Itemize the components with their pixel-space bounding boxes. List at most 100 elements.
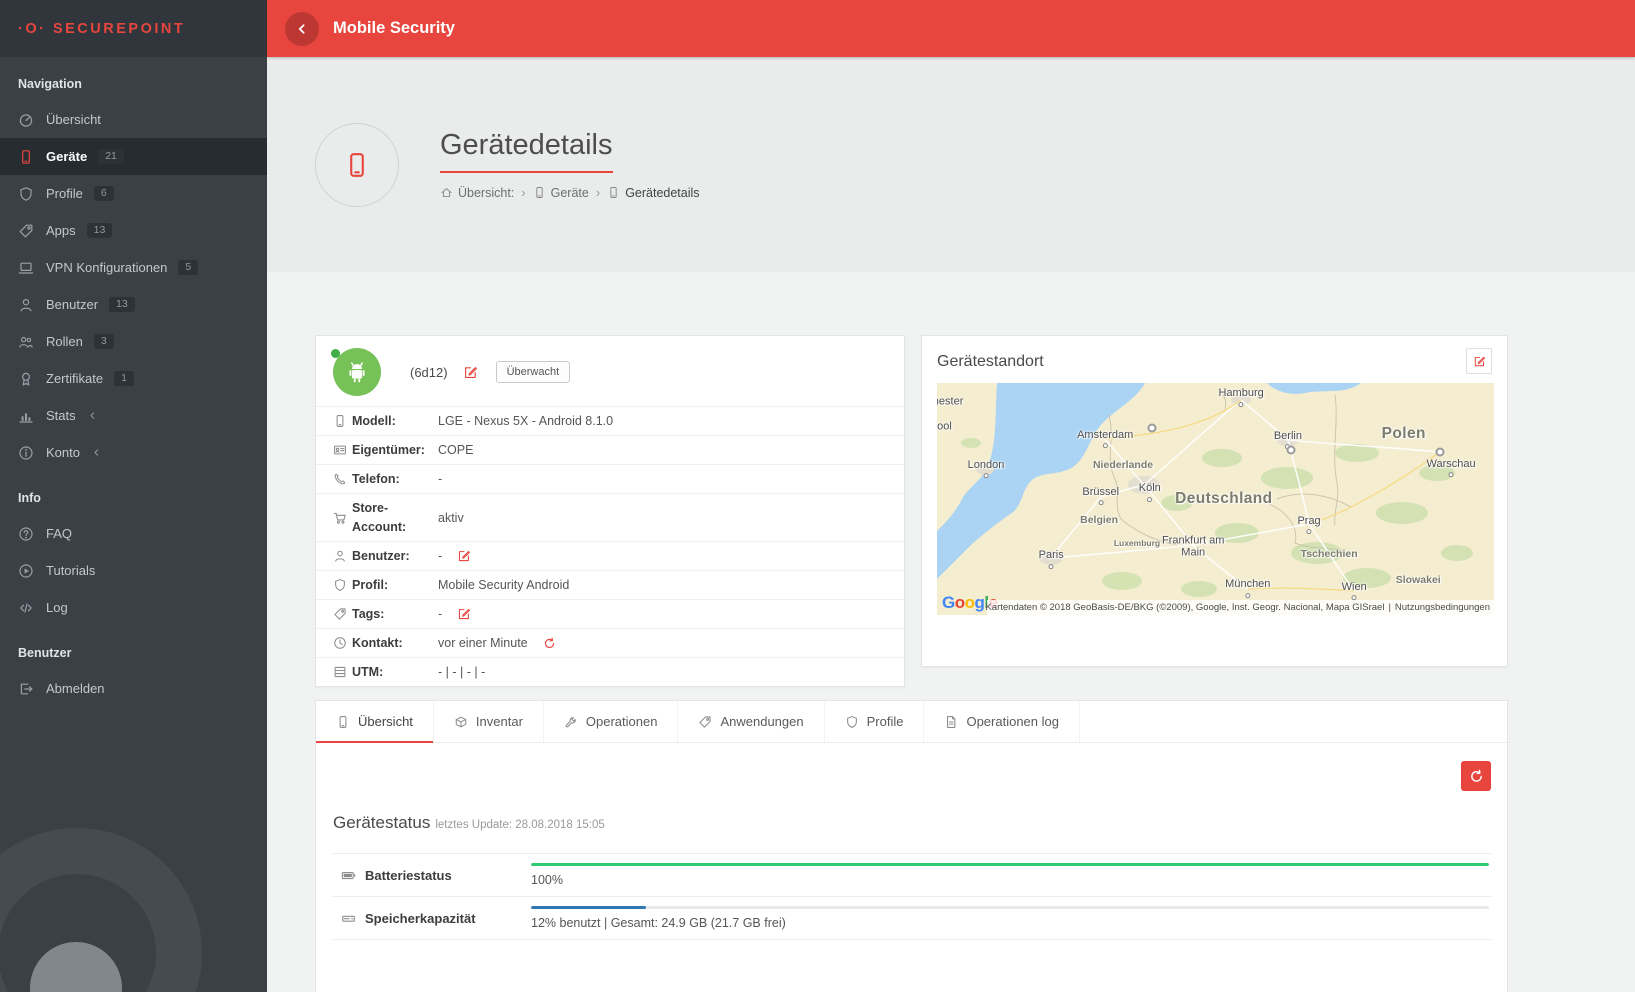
sidebar-item-ubersicht[interactable]: Übersicht — [0, 101, 267, 138]
cart-icon — [333, 511, 352, 525]
edit-device-name-button[interactable] — [461, 363, 480, 382]
monitored-badge[interactable]: Überwacht — [496, 361, 571, 383]
info-value: Mobile Security Android — [438, 578, 569, 592]
tab-operationen-log[interactable]: Operationen log — [924, 701, 1080, 742]
edit-tags-button[interactable] — [456, 606, 472, 622]
user-icon — [18, 297, 35, 313]
status-label-cell: Speicherkapazität — [333, 911, 531, 926]
laptop-icon — [18, 260, 35, 276]
refresh-kontakt-button[interactable] — [542, 636, 557, 651]
sidebar-item-tutorials[interactable]: Tutorials — [0, 552, 267, 589]
device-card-header: (6d12) Überwacht — [316, 336, 904, 406]
shield-icon — [333, 578, 352, 592]
storage-icon — [341, 911, 356, 926]
progress-track — [531, 863, 1489, 866]
question-icon — [18, 526, 35, 542]
phone-icon — [607, 186, 620, 199]
sidebar-item-apps[interactable]: Apps13 — [0, 212, 267, 249]
brand-logo[interactable]: ·O· SECUREPOINT — [0, 0, 267, 57]
city-dot — [984, 474, 989, 479]
tab-profile[interactable]: Profile — [825, 701, 925, 742]
edit-location-button[interactable] — [1466, 348, 1492, 374]
count-badge: 5 — [178, 260, 198, 276]
status-rows: Batteriestatus100%Speicherkapazität12% b… — [333, 853, 1491, 940]
sidebar-item-abmelden[interactable]: Abmelden — [0, 670, 267, 707]
info-label: Tags: — [352, 605, 438, 623]
breadcrumb-item-geratedetails[interactable]: Gerätedetails — [607, 186, 699, 200]
sidebar-item-konto[interactable]: Konto — [0, 434, 267, 471]
sidebar-item-label: Geräte — [46, 149, 87, 164]
gauge-icon — [18, 112, 35, 128]
info-label: Modell: — [352, 412, 438, 430]
progress-track — [531, 906, 1489, 909]
map-label-london: London — [968, 459, 1005, 479]
sidebar-item-log[interactable]: Log — [0, 589, 267, 626]
tab-label: Operationen log — [966, 714, 1059, 729]
info-value: - — [438, 549, 442, 563]
sidebar-item-label: Abmelden — [46, 681, 105, 696]
google-map[interactable]: chesterpoolLondonParisAmsterdamNiederlan… — [937, 383, 1494, 615]
map-terms-link[interactable]: Nutzungsbedingungen — [1395, 602, 1490, 613]
map-label-slowakei: Slowakei — [1396, 574, 1441, 586]
tag-icon — [333, 607, 352, 621]
device-info-row-profil: Profil:Mobile Security Android — [316, 570, 904, 599]
edit-benutzer-button[interactable] — [456, 548, 472, 564]
device-info-row-store-account: Store-Account:aktiv — [316, 493, 904, 540]
idcard-icon — [333, 443, 352, 457]
user-icon — [333, 549, 352, 563]
device-card: (6d12) Überwacht Modell:LGE - Nexus 5X -… — [315, 335, 905, 687]
sidebar-item-gerate[interactable]: Geräte21 — [0, 138, 267, 175]
map-label-frankfurt-am-main: Frankfurt am Main — [1156, 534, 1230, 559]
page-title: Gerätedetails — [440, 129, 613, 173]
page-header-text: Gerätedetails Übersicht:›Geräte›Gerätede… — [440, 129, 700, 200]
device-info-row-benutzer: Benutzer:- — [316, 541, 904, 570]
tab-ubersicht[interactable]: Übersicht — [316, 701, 434, 742]
sidebar-item-faq[interactable]: FAQ — [0, 515, 267, 552]
sidebar-item-rollen[interactable]: Rollen3 — [0, 323, 267, 360]
tab-anwendungen[interactable]: Anwendungen — [678, 701, 824, 742]
breadcrumb-item-ubersicht[interactable]: Übersicht: — [440, 186, 514, 200]
sidebar-item-profile[interactable]: Profile6 — [0, 175, 267, 212]
phone-icon — [18, 149, 35, 165]
back-button[interactable] — [285, 12, 319, 46]
tag-icon — [18, 223, 35, 239]
sidebar-item-zertifikate[interactable]: Zertifikate1 — [0, 360, 267, 397]
location-card-header: Gerätestandort — [937, 348, 1492, 374]
logout-icon — [18, 681, 35, 697]
count-badge: 6 — [94, 186, 114, 202]
progress-caption: 100% — [531, 873, 1489, 887]
sidebar-item-label: Log — [46, 600, 68, 615]
online-status-dot — [331, 349, 340, 358]
battery-icon — [341, 868, 356, 883]
refresh-status-button[interactable] — [1461, 761, 1491, 791]
info-value: - — [438, 607, 442, 621]
sidebar-item-vpn-konfigurationen[interactable]: VPN Konfigurationen5 — [0, 249, 267, 286]
status-section-title-text: Gerätestatus — [333, 813, 430, 832]
map-label-amsterdam: Amsterdam — [1077, 429, 1133, 449]
nav-section-header: Navigation — [0, 57, 267, 101]
tab-operationen[interactable]: Operationen — [544, 701, 679, 742]
map-label-pool: pool — [937, 421, 952, 434]
poi-marker-icon — [1148, 424, 1157, 433]
sidebar-item-label: FAQ — [46, 526, 72, 541]
phone-icon — [333, 414, 352, 428]
phone-icon — [336, 715, 350, 729]
refresh-icon — [1469, 769, 1484, 784]
tab-inventar[interactable]: Inventar — [434, 701, 544, 742]
breadcrumb-item-gerate[interactable]: Geräte — [533, 186, 589, 200]
map-label-wien: Wien — [1342, 581, 1367, 601]
tab-label: Profile — [867, 714, 904, 729]
chevron-left-icon — [91, 447, 102, 458]
page-header: Gerätedetails Übersicht:›Geräte›Gerätede… — [267, 57, 1635, 272]
map-label-niederlande: Niederlande — [1093, 459, 1153, 471]
breadcrumb-separator: › — [521, 185, 525, 200]
status-section-title: Gerätestatus letztes Update: 28.08.2018 1… — [333, 743, 1491, 833]
last-update-text: letztes Update: 28.08.2018 15:05 — [435, 819, 604, 831]
city-dot — [1449, 472, 1454, 477]
sidebar-item-stats[interactable]: Stats — [0, 397, 267, 434]
certificate-icon — [18, 371, 35, 387]
nav-section-header: Info — [0, 471, 267, 515]
info-label: UTM: — [352, 663, 438, 681]
device-type-avatar — [315, 123, 399, 207]
sidebar-item-benutzer[interactable]: Benutzer13 — [0, 286, 267, 323]
